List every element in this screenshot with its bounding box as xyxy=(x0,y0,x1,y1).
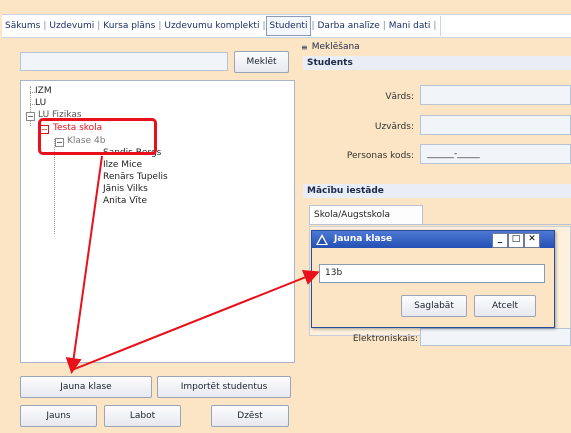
first-name-field[interactable] xyxy=(420,85,571,105)
tree-node-student[interactable]: Jānis Vilks xyxy=(103,184,148,194)
triangle-app-icon xyxy=(316,234,328,245)
search-input[interactable] xyxy=(20,52,228,71)
search-toggle-row[interactable]: ≡ Meklēšana xyxy=(301,41,571,53)
main-tab-bar: Sākums | Uzdevumi | Kursa plāns | Uzdevumu … xyxy=(2,14,571,38)
delete-button[interactable]: Dzēst xyxy=(211,405,289,427)
tree-node-izm[interactable]: IZM xyxy=(35,86,52,96)
tab-underline xyxy=(423,224,571,225)
search-toggle-label[interactable]: Meklēšana xyxy=(312,42,360,52)
save-button[interactable]: Saglabāt xyxy=(401,295,467,317)
student-section-header: Students xyxy=(303,56,571,70)
new-class-dialog: Jauna klase _ □ ✕ 13b Saglabāt Atcelt xyxy=(311,230,555,328)
tab-uzdevumi[interactable]: Uzdevumi xyxy=(46,16,97,36)
close-icon[interactable]: ✕ xyxy=(524,233,540,248)
electronic-field[interactable] xyxy=(420,328,571,346)
cancel-button[interactable]: Atcelt xyxy=(474,295,536,317)
tab-kursa-plans[interactable]: Kursa plāns xyxy=(100,16,158,36)
class-name-input[interactable]: 13b xyxy=(319,264,545,283)
minimize-icon[interactable]: _ xyxy=(492,233,508,248)
search-button[interactable]: Meklēt xyxy=(234,51,289,73)
new-class-button[interactable]: Jauna klase xyxy=(20,376,152,398)
import-students-button[interactable]: Importēt studentus xyxy=(157,376,291,398)
personal-code-field[interactable]: ______-_____ xyxy=(420,144,571,164)
electronic-label: Elektroniskais: xyxy=(352,334,418,344)
tab-mani-dati[interactable]: Mani dati xyxy=(386,16,434,36)
tab-studenti[interactable]: Studenti xyxy=(265,16,312,36)
tree-node-student[interactable]: Renārs Tupelis xyxy=(103,172,168,182)
institution-section-header: Mācību iestāde xyxy=(303,184,571,198)
collapse-icon[interactable]: ≡ xyxy=(301,43,308,52)
new-button[interactable]: Jauns xyxy=(20,405,97,427)
dialog-title-bar[interactable]: Jauna klase _ □ ✕ xyxy=(312,231,554,248)
tab-uzdevumu-komplekti[interactable]: Uzdevumu komplekti xyxy=(161,16,262,36)
tab-separator: | xyxy=(433,21,437,31)
tab-school[interactable]: Skola/Augstskola xyxy=(309,205,423,225)
minus-box-icon[interactable]: − xyxy=(26,112,35,121)
tree-node-lu[interactable]: LU xyxy=(35,98,46,108)
edit-button[interactable]: Labot xyxy=(104,405,181,427)
personal-code-label: Personas kods: xyxy=(346,151,414,161)
tab-sakums[interactable]: Sākums xyxy=(2,16,43,36)
last-name-field[interactable] xyxy=(420,115,571,135)
tree-node-student[interactable]: Anita Vīte xyxy=(103,196,147,206)
maximize-icon[interactable]: □ xyxy=(508,233,524,248)
tab-darba-analize[interactable]: Darba analīze xyxy=(315,16,383,36)
highlight-box xyxy=(38,118,157,155)
tab-bar-filler xyxy=(440,16,571,36)
dialog-title: Jauna klase xyxy=(334,234,393,244)
last-name-label: Uzvārds: xyxy=(374,122,414,132)
first-name-label: Vārds: xyxy=(385,92,414,102)
tree-node-student[interactable]: Ilze Mice xyxy=(103,160,142,170)
